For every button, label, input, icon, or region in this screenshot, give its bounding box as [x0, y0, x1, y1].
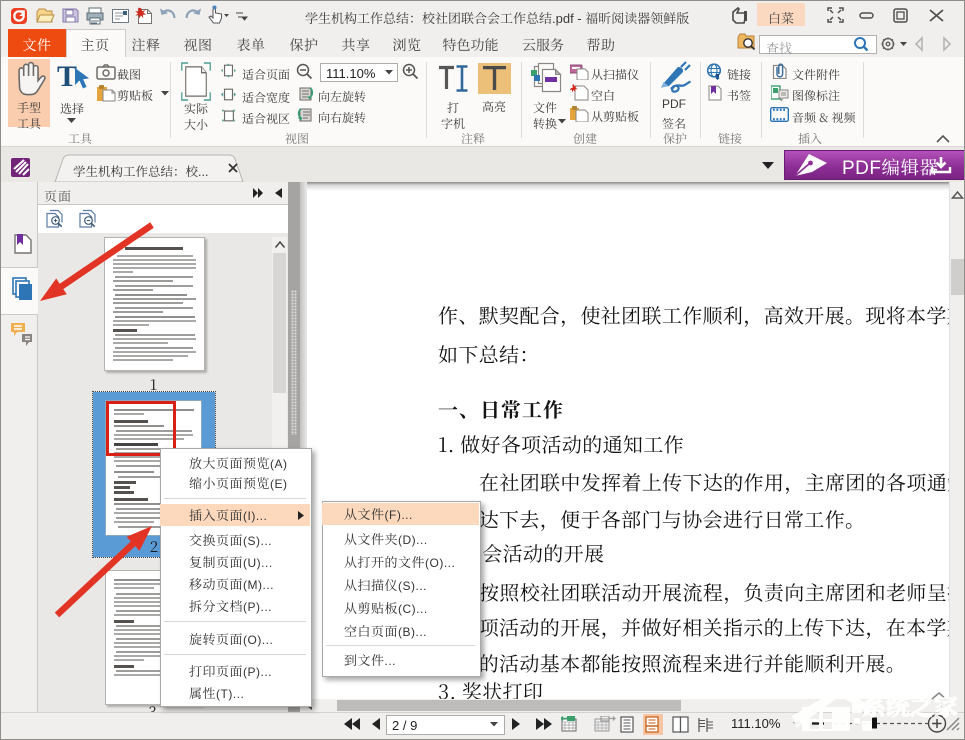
svg-text:T: T: [57, 62, 77, 92]
